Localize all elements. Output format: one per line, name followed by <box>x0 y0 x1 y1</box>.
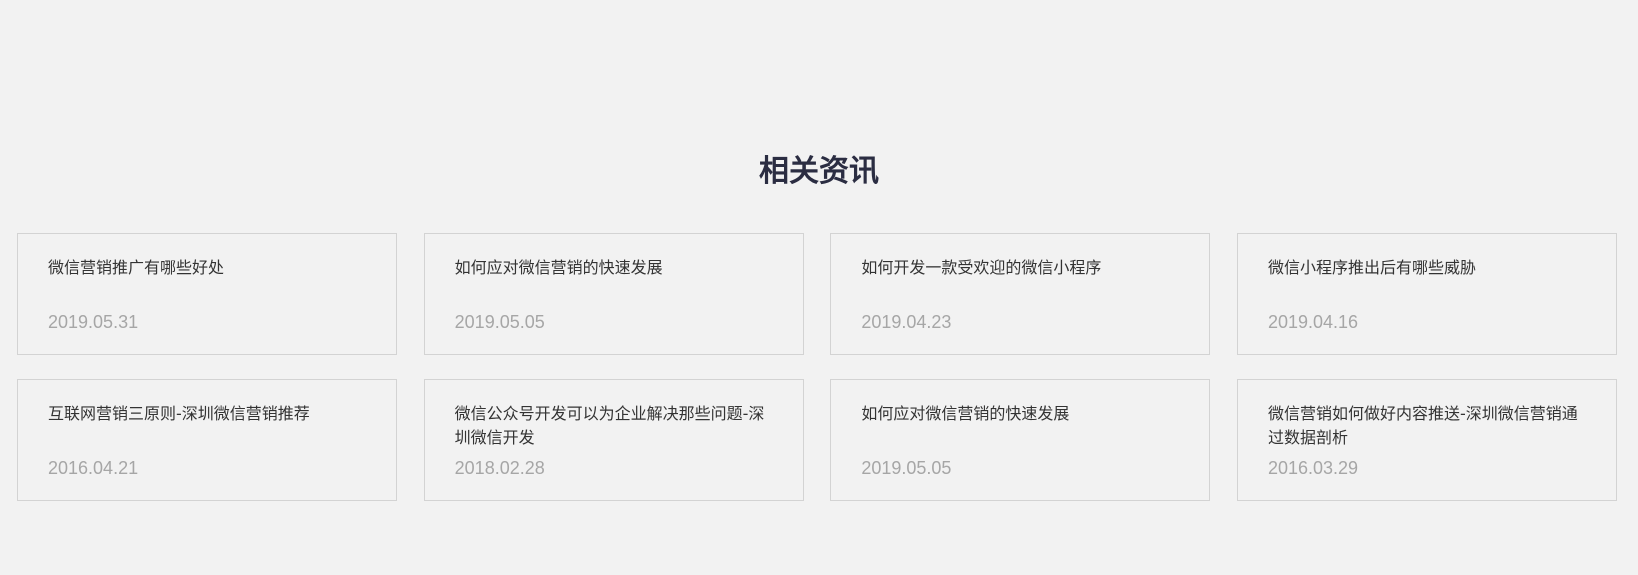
news-title[interactable]: 如何开发一款受欢迎的微信小程序 <box>861 256 1181 280</box>
news-card[interactable]: 微信营销如何做好内容推送-深圳微信营销通过数据剖析 2016.03.29 <box>1236 379 1617 501</box>
news-date: 2019.05.05 <box>861 458 952 478</box>
news-card[interactable]: 互联网营销三原则-深圳微信营销推荐 2016.04.21 <box>17 379 397 501</box>
news-title[interactable]: 如何应对微信营销的快速发展 <box>455 256 775 280</box>
news-grid: 微信营销推广有哪些好处 2019.05.31 如何应对微信营销的快速发展 201… <box>17 233 1617 501</box>
news-title[interactable]: 微信公众号开发可以为企业解决那些问题-深圳微信开发 <box>455 402 775 450</box>
news-card[interactable]: 微信营销推广有哪些好处 2019.05.31 <box>17 233 397 355</box>
news-date: 2019.04.16 <box>1267 312 1359 332</box>
news-date: 2019.05.31 <box>48 312 139 332</box>
related-news-section: 相关资讯 微信营销推广有哪些好处 2019.05.31 如何应对微信营销的快速发… <box>0 0 1638 575</box>
news-card[interactable]: 如何应对微信营销的快速发展 2019.05.05 <box>423 233 804 355</box>
news-card[interactable]: 微信公众号开发可以为企业解决那些问题-深圳微信开发 2018.02.28 <box>423 379 804 501</box>
news-date: 2018.02.28 <box>454 458 545 478</box>
news-title[interactable]: 微信营销如何做好内容推送-深圳微信营销通过数据剖析 <box>1268 402 1588 450</box>
section-title: 相关资讯 <box>759 154 879 189</box>
news-date: 2019.05.05 <box>454 312 545 332</box>
news-title[interactable]: 如何应对微信营销的快速发展 <box>861 402 1181 426</box>
news-date: 2016.04.21 <box>48 458 139 478</box>
news-card[interactable]: 微信小程序推出后有哪些威胁 2019.04.16 <box>1236 233 1617 355</box>
news-title[interactable]: 微信营销推广有哪些好处 <box>48 256 368 280</box>
news-title[interactable]: 互联网营销三原则-深圳微信营销推荐 <box>48 402 368 426</box>
news-date: 2016.03.29 <box>1267 458 1359 478</box>
news-card[interactable]: 如何应对微信营销的快速发展 2019.05.05 <box>830 379 1211 501</box>
news-date: 2019.04.23 <box>861 312 952 332</box>
news-title[interactable]: 微信小程序推出后有哪些威胁 <box>1268 256 1588 280</box>
news-card[interactable]: 如何开发一款受欢迎的微信小程序 2019.04.23 <box>830 233 1211 355</box>
